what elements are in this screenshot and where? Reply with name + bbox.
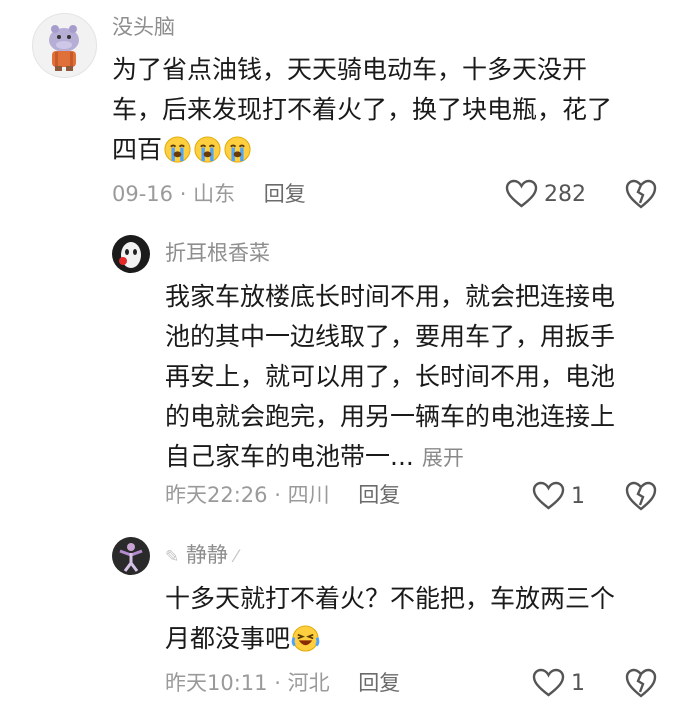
comment-meta: 昨天22:26 · 四川 回复 — [165, 483, 401, 507]
heart-icon — [505, 179, 538, 208]
comment-line: 池的其中一边线取了，要用车了，用扳手 — [165, 322, 616, 351]
comment-text: 十多天就打不着火？不能把，车放两三个 月都没事吧 — [165, 579, 675, 659]
comment-date: 昨天22:26 — [165, 483, 268, 507]
username[interactable]: 折耳根香菜 — [165, 239, 270, 267]
reply-button[interactable]: 回复 — [358, 671, 400, 695]
comment-item: 没头脑 为了省点油钱，天天骑电动车，十多天没开 车，后来发现打不着火了，换了块电… — [0, 0, 690, 225]
comment-line: 四百 — [112, 130, 672, 170]
comment-line: 的电就会跑完，用另一辆车的电池连接上 — [165, 402, 616, 431]
comment-item: ✎ 静静 ⁄ 十多天就打不着火？不能把，车放两三个 月都没事吧 昨天10:11 … — [0, 525, 690, 720]
heart-icon — [532, 668, 565, 697]
comment-text: 为了省点油钱，天天骑电动车，十多天没开 车，后来发现打不着火了，换了块电瓶，花了… — [112, 50, 672, 170]
comment-item: 折耳根香菜 我家车放楼底长时间不用，就会把连接电 池的其中一边线取了，要用车了，… — [0, 225, 690, 525]
like-count: 282 — [544, 181, 586, 207]
username[interactable]: ✎ 静静 ⁄ — [165, 541, 237, 571]
heart-icon — [532, 481, 565, 510]
broken-heart-icon[interactable] — [624, 177, 658, 211]
reply-button[interactable]: 回复 — [264, 182, 306, 206]
comment-line: 月都没事吧 — [165, 619, 675, 659]
laughing-crying-emoji — [290, 624, 320, 653]
comment-date: 昨天10:11 — [165, 671, 268, 695]
leaf-decoration-icon: ✎ — [165, 547, 180, 567]
mask-avatar-icon — [119, 242, 141, 268]
crying-face-icon — [224, 136, 251, 163]
comment-date: 09-16 — [112, 182, 174, 206]
reply-button[interactable]: 回复 — [358, 483, 400, 507]
like-button[interactable]: 1 — [532, 668, 585, 698]
crying-emoji-group — [162, 135, 252, 164]
comment-line: 十多天就打不着火？不能把，车放两三个 — [165, 584, 616, 613]
comment-line: 为了省点油钱，天天骑电动车，十多天没开 — [112, 55, 588, 84]
crying-face-icon — [164, 136, 191, 163]
broken-heart-icon[interactable] — [624, 479, 658, 513]
comment-location: 河北 — [287, 671, 330, 695]
comment-location: 四川 — [287, 483, 330, 507]
like-count: 1 — [571, 670, 585, 696]
leaf-decoration-icon: ⁄ — [234, 547, 238, 567]
comment-line: 车，后来发现打不着火了，换了块电瓶，花了 — [112, 95, 613, 124]
like-button[interactable]: 1 — [532, 481, 585, 511]
username[interactable]: 没头脑 — [112, 13, 175, 41]
laughing-crying-face-icon — [291, 625, 320, 652]
hippo-avatar-icon — [49, 25, 79, 71]
avatar[interactable] — [112, 537, 150, 575]
dancer-avatar-icon — [119, 543, 143, 572]
avatar[interactable] — [32, 13, 97, 78]
comment-location: 山东 — [193, 182, 236, 206]
comment-text: 我家车放楼底长时间不用，就会把连接电 池的其中一边线取了，要用车了，用扳手 再安… — [165, 277, 675, 478]
comment-meta: 昨天10:11 · 河北 回复 — [165, 671, 401, 695]
comment-line: 我家车放楼底长时间不用，就会把连接电 — [165, 282, 616, 311]
crying-face-icon — [194, 136, 221, 163]
like-count: 1 — [571, 483, 585, 509]
broken-heart-icon[interactable] — [624, 666, 658, 700]
comment-line: 自己家车的电池带一... 展开 — [165, 442, 464, 471]
avatar[interactable] — [112, 235, 150, 273]
like-button[interactable]: 282 — [505, 179, 586, 209]
expand-link[interactable]: 展开 — [422, 446, 464, 470]
comment-meta: 09-16 · 山东 回复 — [112, 182, 306, 206]
comment-line: 再安上，就可以用了，长时间不用，电池 — [165, 362, 616, 391]
